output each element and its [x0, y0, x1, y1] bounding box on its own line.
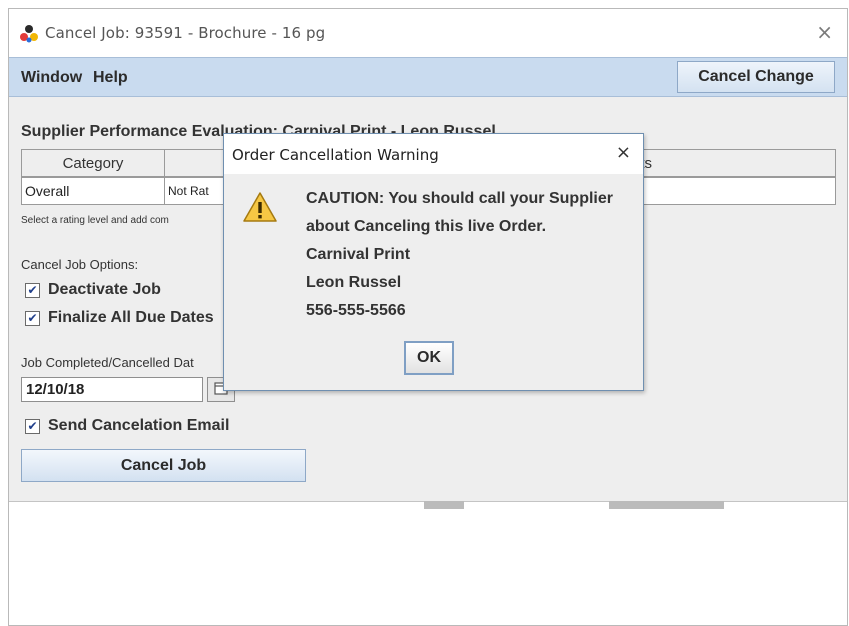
menubar: Window Help Cancel Change [9, 57, 847, 97]
warning-icon [243, 192, 277, 222]
cancel-change-button[interactable]: Cancel Change [677, 61, 835, 93]
checkbox-box[interactable]: ✔ [25, 283, 40, 298]
menu-help[interactable]: Help [93, 69, 128, 87]
window-close-icon[interactable]: × [816, 20, 833, 44]
completed-date-label: Job Completed/Cancelled Dat [21, 355, 194, 370]
send-email-label: Send Cancelation Email [48, 417, 230, 434]
dialog-titlebar[interactable]: Order Cancellation Warning × [224, 134, 643, 174]
dialog-caution-line-2: about Canceling this live Order. [306, 218, 547, 235]
checkbox-box[interactable]: ✔ [25, 311, 40, 326]
window-title: Cancel Job: 93591 - Brochure - 16 pg [45, 24, 326, 42]
checkbox-box[interactable]: ✔ [25, 419, 40, 434]
window-titlebar[interactable]: Cancel Job: 93591 - Brochure - 16 pg × [9, 9, 847, 57]
dialog-caution-line: CAUTION: You should call your Supplier [306, 190, 613, 207]
divider-fragment [424, 501, 464, 509]
menu-window[interactable]: Window [21, 69, 82, 87]
dialog-close-icon[interactable]: × [616, 142, 631, 163]
colored-dots-icon [20, 25, 38, 43]
cancel-job-button[interactable]: Cancel Job [21, 449, 306, 482]
cell-category[interactable]: Overall [21, 177, 165, 205]
ok-button[interactable]: OK [404, 341, 454, 375]
cell-comments[interactable] [623, 177, 836, 205]
header-comments[interactable]: nts [623, 149, 836, 177]
finalize-due-dates-label: Finalize All Due Dates [48, 309, 214, 326]
dialog-supplier-name: Carnival Print [306, 246, 411, 263]
header-category[interactable]: Category [21, 149, 165, 177]
cancel-job-window: Cancel Job: 93591 - Brochure - 16 pg × W… [8, 8, 848, 626]
deactivate-job-label: Deactivate Job [48, 281, 161, 298]
rating-hint: Select a rating level and add com [21, 215, 169, 226]
dialog-phone: 556-555-5566 [306, 302, 406, 319]
divider-fragment [609, 501, 724, 509]
dialog-contact-name: Leon Russel [306, 274, 402, 291]
order-cancellation-dialog: Order Cancellation Warning × CAUTION: Yo… [223, 133, 644, 391]
dialog-title: Order Cancellation Warning [232, 146, 439, 164]
cancel-options-label: Cancel Job Options: [21, 257, 139, 272]
completed-date-field[interactable]: 12/10/18 [21, 377, 203, 402]
